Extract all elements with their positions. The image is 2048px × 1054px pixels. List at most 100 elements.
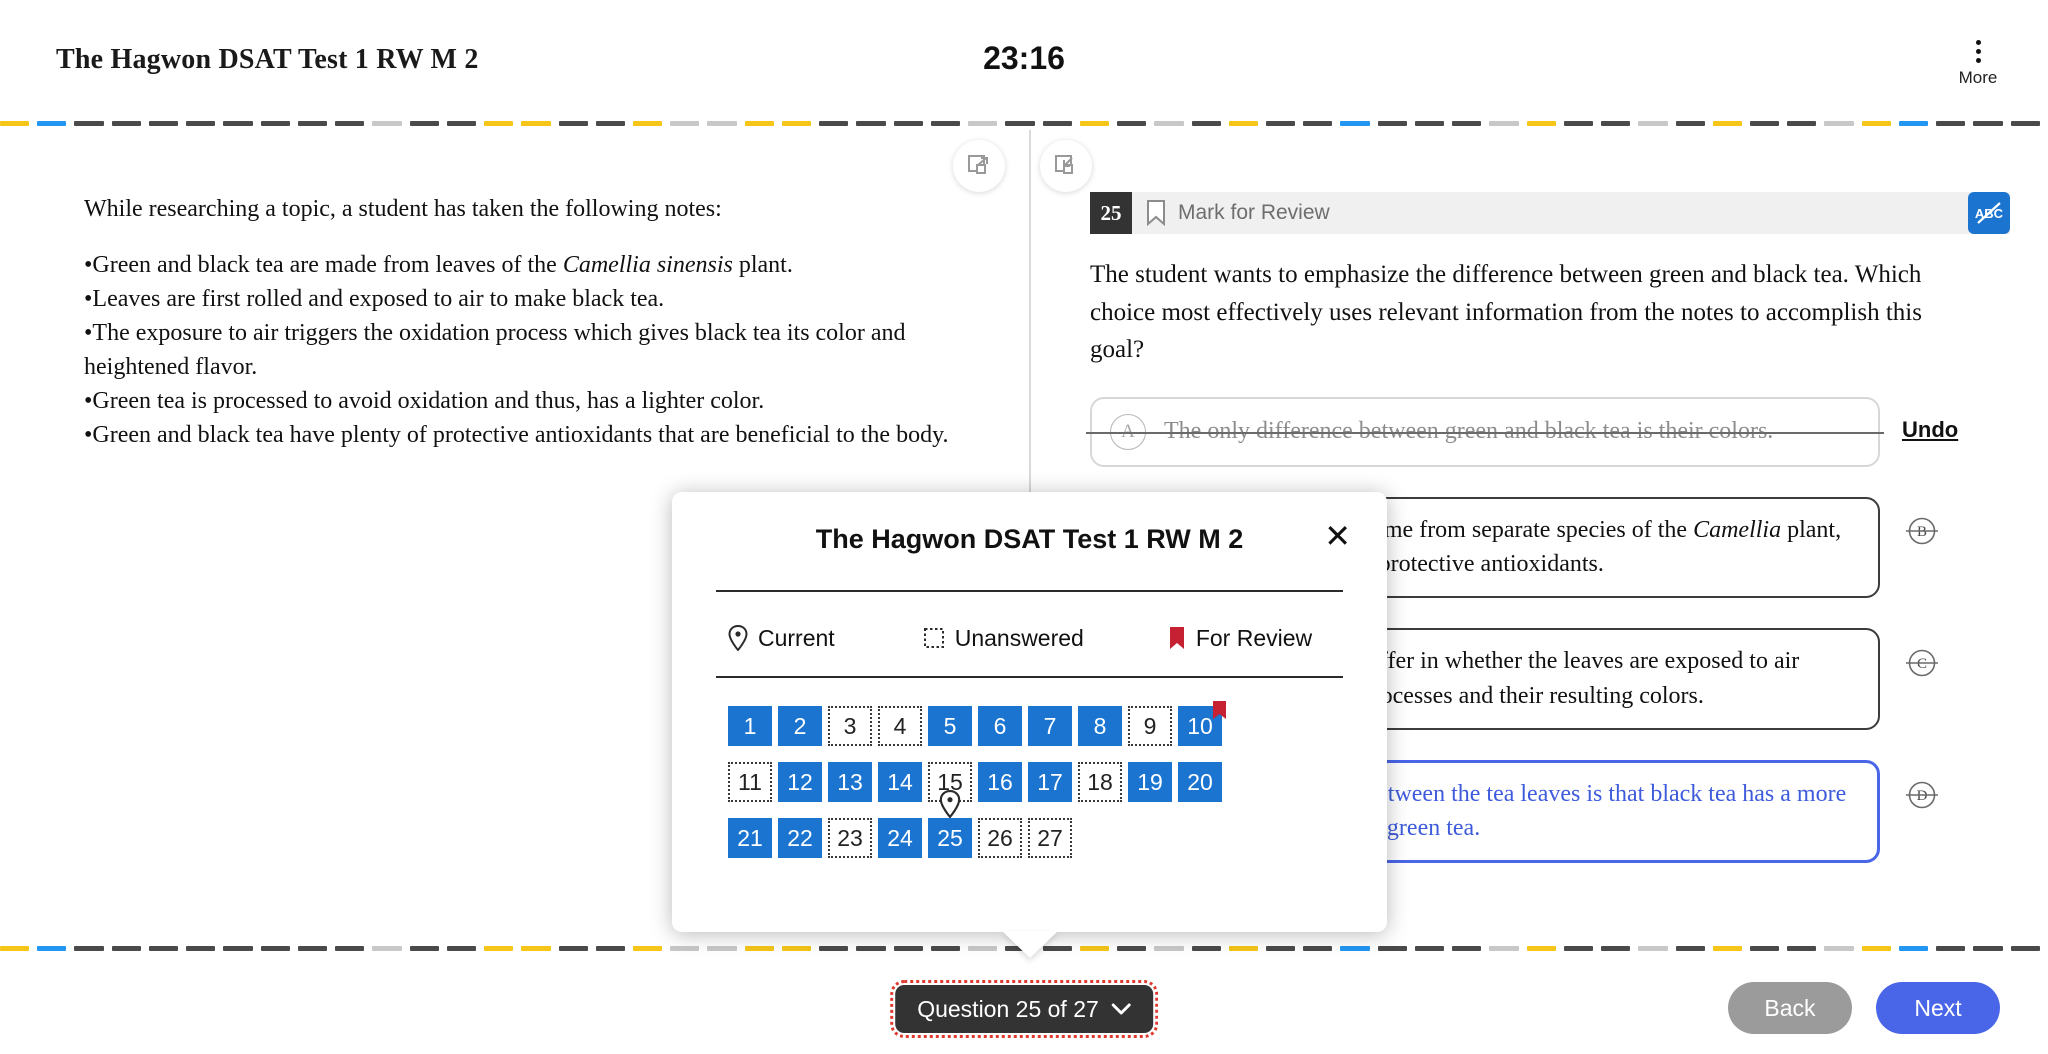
- question-grid-row: 1 2 3 4 5 6 7 8 9 10: [728, 701, 1338, 746]
- divider-dash: [297, 120, 328, 126]
- divider-dash: [1303, 945, 1333, 951]
- question-grid-cell-8[interactable]: 8: [1078, 706, 1122, 746]
- divider-dash: [744, 120, 774, 126]
- question-grid-cell-2[interactable]: 2: [778, 706, 822, 746]
- divider-dash: [1638, 945, 1668, 951]
- question-grid-number: 2: [793, 712, 807, 739]
- question-grid-number: 14: [887, 768, 913, 795]
- legend-item-for-review: For Review: [1168, 625, 1312, 652]
- question-grid-number: 6: [993, 712, 1007, 739]
- question-grid-number: 10: [1187, 712, 1213, 739]
- question-grid-cell-1[interactable]: 1: [728, 706, 772, 746]
- divider-dash: [781, 945, 812, 951]
- question-grid-cell-5[interactable]: 5: [928, 706, 972, 746]
- answer-choice-a[interactable]: AThe only difference between green and b…: [1086, 396, 1884, 467]
- divider-dash: [1638, 120, 1668, 126]
- passage-note-line: •The exposure to air triggers the oxidat…: [84, 320, 906, 381]
- eliminated-strikethrough: [1086, 431, 1884, 434]
- modal-pointer-tail: [1001, 931, 1058, 958]
- question-grid-number: 23: [837, 824, 863, 851]
- question-grid-number: 7: [1043, 712, 1057, 739]
- abc-strikethrough-icon[interactable]: ABC: [1968, 192, 2010, 234]
- question-grid-number: 4: [893, 712, 907, 739]
- next-button[interactable]: Next: [1876, 982, 2000, 1034]
- divider-dash: [595, 945, 625, 951]
- eliminate-choice-d-icon[interactable]: D: [1900, 773, 1944, 817]
- question-grid-cell-10[interactable]: 10: [1178, 701, 1226, 746]
- question-grid-cell-16[interactable]: 16: [978, 762, 1022, 802]
- question-grid-number: 26: [987, 824, 1013, 851]
- question-grid-cell-13[interactable]: 13: [828, 762, 872, 802]
- question-picker-button[interactable]: Question 25 of 27: [890, 980, 1158, 1038]
- question-grid-cell-11[interactable]: 11: [728, 762, 772, 802]
- question-grid-cell-25[interactable]: 25: [928, 789, 972, 858]
- divider-dash: [1191, 945, 1221, 951]
- question-grid-number: 25: [937, 824, 963, 851]
- for-review-flag-icon: [1212, 699, 1227, 719]
- divider-dash: [1079, 945, 1110, 951]
- divider-dash: [111, 945, 141, 951]
- bookmark-icon[interactable]: [1146, 200, 1166, 227]
- question-grid-cell-7[interactable]: 7: [1028, 706, 1072, 746]
- mark-for-review-label[interactable]: Mark for Review: [1178, 201, 1330, 225]
- divider-dash: [1489, 120, 1519, 126]
- divider-dash: [521, 945, 551, 951]
- header-divider: [0, 120, 2048, 126]
- question-grid-number: 9: [1143, 712, 1157, 739]
- question-grid-cell-24[interactable]: 24: [878, 818, 922, 858]
- divider-dash: [260, 945, 290, 951]
- question-grid-cell-3[interactable]: 3: [828, 706, 872, 746]
- question-grid-cell-20[interactable]: 20: [1178, 762, 1222, 802]
- divider-dash: [223, 945, 253, 951]
- modal-divider-bottom: [716, 676, 1343, 678]
- question-grid-cell-26[interactable]: 26: [978, 818, 1022, 858]
- divider-dash: [1861, 120, 1891, 126]
- question-grid-cell-4[interactable]: 4: [878, 706, 922, 746]
- question-grid-cell-14[interactable]: 14: [878, 762, 922, 802]
- divider-dash: [1228, 120, 1258, 126]
- question-grid-cell-17[interactable]: 17: [1028, 762, 1072, 802]
- divider-dash: [372, 120, 402, 126]
- question-grid-cell-6[interactable]: 6: [978, 706, 1022, 746]
- expand-passage-button[interactable]: [953, 140, 1005, 192]
- eliminate-choice-c-icon[interactable]: C: [1900, 641, 1944, 685]
- passage-note-line: •Green and black tea have plenty of prot…: [84, 422, 949, 449]
- question-grid-cell-21[interactable]: 21: [728, 818, 772, 858]
- more-button-label: More: [1958, 68, 1998, 87]
- divider-dash: [1973, 945, 2003, 951]
- question-grid-cell-22[interactable]: 22: [778, 818, 822, 858]
- question-grid-number: 16: [987, 768, 1013, 795]
- divider-dash: [707, 120, 737, 126]
- divider-dash: [1452, 120, 1482, 126]
- divider-dash: [930, 120, 961, 126]
- question-grid-number: 20: [1187, 768, 1213, 795]
- divider-dash: [37, 120, 67, 126]
- divider-dash: [297, 945, 328, 951]
- expand-question-button[interactable]: [1040, 140, 1092, 192]
- eliminate-choice-b-icon[interactable]: B: [1900, 509, 1944, 553]
- question-grid-number: 1: [743, 712, 757, 739]
- question-grid-cell-18[interactable]: 18: [1078, 762, 1122, 802]
- divider-dash: [1117, 945, 1147, 951]
- question-grid-cell-12[interactable]: 12: [778, 762, 822, 802]
- more-button[interactable]: More: [1930, 36, 2026, 88]
- question-grid-cell-19[interactable]: 19: [1128, 762, 1172, 802]
- divider-dash: [632, 120, 663, 126]
- divider-dash: [148, 120, 179, 126]
- divider-dash: [1452, 945, 1482, 951]
- question-grid-cell-27[interactable]: 27: [1028, 818, 1072, 858]
- question-grid-cell-9[interactable]: 9: [1128, 706, 1172, 746]
- app-header: The Hagwon DSAT Test 1 RW M 2 23:16 More: [0, 0, 2048, 126]
- expand-left-icon: [1055, 155, 1073, 174]
- close-icon[interactable]: ✕: [1324, 520, 1351, 552]
- expand-right-icon: [968, 155, 988, 174]
- passage-intro: While researching a topic, a student has…: [84, 196, 722, 222]
- back-button[interactable]: Back: [1728, 982, 1852, 1034]
- divider-dash: [968, 120, 998, 126]
- undo-eliminate-link[interactable]: Undo: [1902, 417, 1958, 443]
- divider-dash: [111, 120, 141, 126]
- divider-dash: [484, 945, 514, 951]
- divider-dash: [260, 120, 290, 126]
- question-grid-cell-23[interactable]: 23: [828, 818, 872, 858]
- divider-dash: [186, 945, 216, 951]
